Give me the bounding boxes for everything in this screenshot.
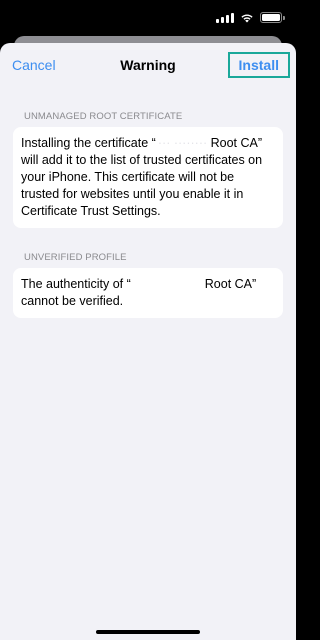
warning-sheet: Cancel Warning Install UNMANAGED ROOT CE… (0, 43, 296, 640)
unmanaged-text-prefix: Installing the certificate “ (21, 136, 156, 150)
unmanaged-certificate-card: Installing the certificate “ ··· ·······… (13, 127, 283, 228)
section-header-unverified: UNVERIFIED PROFILE (24, 252, 127, 263)
wifi-icon (240, 13, 254, 23)
navigation-bar: Cancel Warning Install (0, 43, 296, 87)
section-header-unmanaged: UNMANAGED ROOT CERTIFICATE (24, 111, 183, 122)
unverified-profile-card: The authenticity of “Root CA” cannot be … (13, 268, 283, 318)
signal-icon (216, 12, 234, 23)
status-bar (0, 0, 296, 36)
screen: Cancel Warning Install UNMANAGED ROOT CE… (0, 0, 296, 640)
status-icons (216, 12, 285, 23)
unverified-text-prefix: The authenticity of “ (21, 277, 131, 291)
home-indicator[interactable] (96, 630, 200, 634)
redacted-name: ··· ········ (155, 136, 208, 150)
battery-icon (260, 12, 285, 23)
install-button[interactable]: Install (227, 52, 290, 78)
